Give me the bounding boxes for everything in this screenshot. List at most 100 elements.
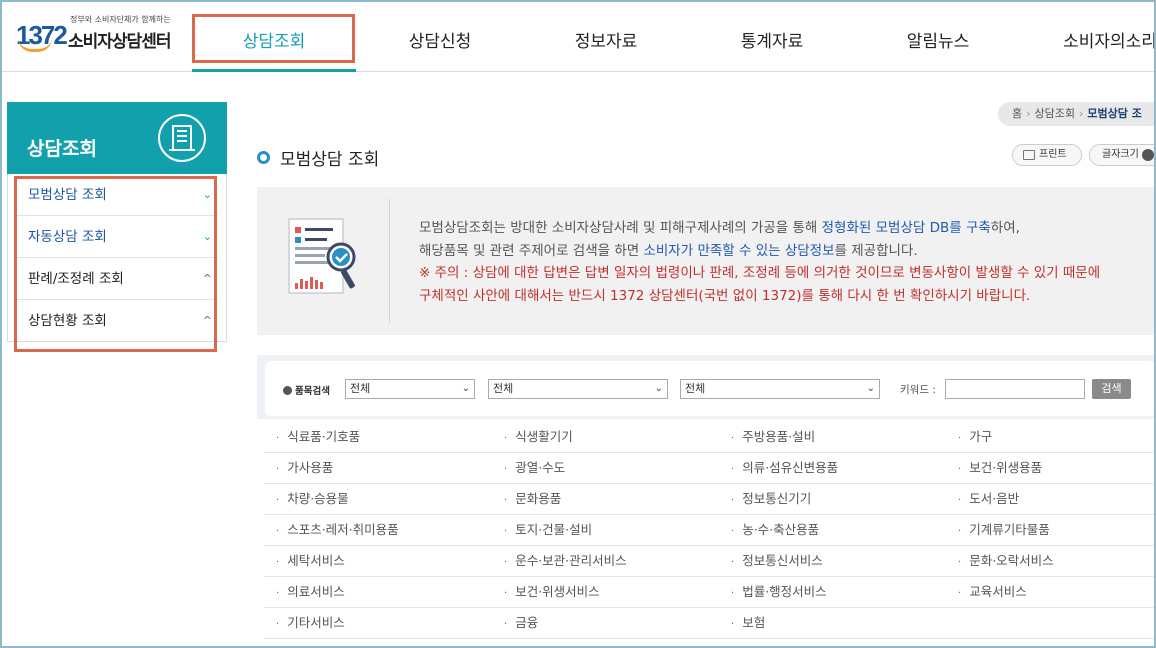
category-link[interactable]: · 광열·수도 (504, 453, 565, 483)
bullet-icon: · (731, 464, 735, 475)
category-link[interactable]: · 도서·음반 (958, 484, 1019, 514)
info-text-part: 해당품목 및 관련 주제어로 검색을 하면 (419, 242, 644, 259)
select-value: 전체 (685, 382, 706, 395)
chevron-right-icon: › (1079, 107, 1084, 120)
bullet-icon: · (276, 526, 280, 537)
category-link[interactable]: · 스포츠·레저·취미용품 (276, 515, 399, 545)
category-link[interactable]: · 식생활기기 (504, 422, 573, 452)
category-link[interactable]: · 보건·위생서비스 (504, 577, 600, 607)
category-link[interactable]: · 기계류기타물품 (958, 515, 1050, 545)
breadcrumb-home[interactable]: 홈 (1012, 107, 1022, 120)
category-label: 토지·건물·설비 (515, 522, 593, 537)
category-link[interactable]: · 교육서비스 (958, 577, 1027, 607)
category-link[interactable]: · 세탁서비스 (276, 546, 345, 576)
category-link[interactable]: · 농·수·축산용품 (731, 515, 819, 545)
info-divider (389, 199, 390, 323)
category-link[interactable]: · 보험 (731, 608, 765, 638)
info-warning-line-2: 구체적인 사안에 대해서는 반드시 1372 상담센터(국번 없이 1372)를… (419, 287, 1031, 304)
category-link[interactable]: · 문화·오락서비스 (958, 546, 1054, 576)
category-link[interactable]: · 가구 (958, 422, 992, 452)
category-link[interactable]: · 금융 (504, 608, 538, 638)
category-row: · 기타서비스 · 금융 · 보험 (264, 608, 1156, 639)
category-link[interactable]: · 의류·섬유신변용품 (731, 453, 838, 483)
category-label: 기타서비스 (287, 615, 345, 630)
search-button[interactable]: 검색 (1092, 379, 1131, 399)
category-label: 금융 (515, 615, 539, 630)
select-value: 전체 (350, 382, 371, 395)
category-label: 정보통신기기 (742, 491, 812, 506)
select-value: 전체 (493, 382, 514, 395)
keyword-input[interactable] (945, 379, 1085, 399)
nav-item-consult-apply[interactable]: 상담신청 (392, 0, 488, 72)
bullet-icon: · (504, 557, 508, 568)
print-button[interactable]: 프린트 (1012, 144, 1082, 166)
play-bullet-icon (283, 386, 292, 395)
bullet-icon: · (731, 557, 735, 568)
category-link[interactable]: · 정보통신기기 (731, 484, 811, 514)
bullet-icon: · (276, 495, 280, 506)
category-select-2[interactable]: 전체 ⌄ (488, 379, 668, 399)
info-text-part: 하여, (990, 220, 1020, 236)
bullet-icon: · (276, 588, 280, 599)
category-link[interactable]: · 토지·건물·설비 (504, 515, 592, 545)
bullet-icon: · (504, 433, 508, 444)
bullet-icon: · (958, 557, 962, 568)
nav-item-consumer-voice[interactable]: 소비자의소리 (1050, 0, 1156, 72)
category-label: 도서·음반 (969, 491, 1020, 506)
category-link[interactable]: · 의료서비스 (276, 577, 345, 607)
category-link[interactable]: · 정보통신서비스 (731, 546, 823, 576)
category-link[interactable]: · 식료품·기호품 (276, 422, 360, 452)
category-label: 운수·보관·관리서비스 (515, 553, 627, 568)
nav-item-info-data[interactable]: 정보자료 (558, 0, 654, 72)
info-text-highlight: 소비자가 만족할 수 있는 상담정보 (643, 242, 835, 259)
category-link[interactable]: · 보건·위생용품 (958, 453, 1042, 483)
breadcrumb-level1[interactable]: 상담조회 (1035, 107, 1075, 120)
category-select-1[interactable]: 전체 ⌄ (345, 379, 475, 399)
font-size-button[interactable]: 글자크기 (1089, 144, 1156, 166)
category-row: · 차량·승용물 · 문화용품 · 정보통신기기 · 도서·음반 (264, 484, 1156, 515)
logo[interactable]: 1372 정부와 소비자단체가 함께하는 소비자상담센터 (16, 12, 196, 58)
bullet-icon: · (504, 588, 508, 599)
minus-icon[interactable] (1142, 149, 1154, 161)
bullet-icon: · (731, 526, 735, 537)
category-label: 가구 (969, 429, 993, 444)
category-link[interactable]: · 기타서비스 (276, 608, 345, 638)
document-search-icon (285, 217, 361, 301)
info-text-part: 모범상담조회는 방대한 소비자상담사례 및 피해구제사례의 가공을 통해 (419, 220, 822, 236)
category-select-3[interactable]: 전체 ⌄ (680, 379, 880, 399)
category-label: 식생활기기 (515, 429, 573, 444)
category-label: 스포츠·레저·취미용품 (287, 522, 399, 537)
info-line-1: 모범상담조회는 방대한 소비자상담사례 및 피해구제사례의 가공을 통해 정형화… (419, 217, 1149, 240)
bullet-icon: · (504, 464, 508, 475)
category-row: · 세탁서비스 · 운수·보관·관리서비스 · 정보통신서비스 · 문화·오락서비스 (264, 546, 1156, 577)
info-text: 모범상담조회는 방대한 소비자상담사례 및 피해구제사례의 가공을 통해 정형화… (419, 217, 1149, 307)
category-label: 문화용품 (515, 491, 562, 506)
category-label: 교육서비스 (969, 584, 1027, 599)
sidebar-title: 상담조회 (27, 138, 97, 160)
breadcrumb: 홈 › 상담조회 › 모범상담 조 (998, 102, 1156, 126)
title-bullet-icon (257, 151, 270, 164)
nav-item-statistics[interactable]: 통계자료 (724, 0, 820, 72)
breadcrumb-current[interactable]: 모범상담 조 (1087, 107, 1141, 120)
nav-item-news[interactable]: 알림뉴스 (890, 0, 986, 72)
category-link[interactable]: · 운수·보관·관리서비스 (504, 546, 627, 576)
chevron-down-icon: ⌄ (654, 383, 663, 394)
page-title: 모범상담 조회 (280, 150, 380, 170)
nav-active-indicator (192, 69, 356, 72)
category-label: 문화·오락서비스 (969, 553, 1054, 568)
category-link[interactable]: · 차량·승용물 (276, 484, 349, 514)
info-warning-line-1: ※ 주의 : 상담에 대한 답변은 답변 일자의 법령이나 판례, 조정례 등에… (419, 265, 1101, 281)
search-section: 품목검색 전체 ⌄ 전체 ⌄ 전체 ⌄ 키워드 : 검색 (257, 355, 1156, 419)
chevron-down-icon: ⌄ (461, 383, 470, 394)
category-link[interactable]: · 가사용품 (276, 453, 333, 483)
category-link[interactable]: · 주방용품·설비 (731, 422, 815, 452)
category-label: 의류·섬유신변용품 (742, 460, 839, 475)
category-link[interactable]: · 법률·행정서비스 (731, 577, 827, 607)
category-link[interactable]: · 문화용품 (504, 484, 561, 514)
category-row: · 가사용품 · 광열·수도 · 의류·섬유신변용품 · 보건·위생용품 (264, 453, 1156, 484)
category-row: · 의료서비스 · 보건·위생서비스 · 법률·행정서비스 · 교육서비스 (264, 577, 1156, 608)
category-label: 광열·수도 (515, 460, 566, 475)
category-label: 가사용품 (287, 460, 334, 475)
bullet-icon: · (276, 619, 280, 630)
bullet-icon: · (731, 588, 735, 599)
